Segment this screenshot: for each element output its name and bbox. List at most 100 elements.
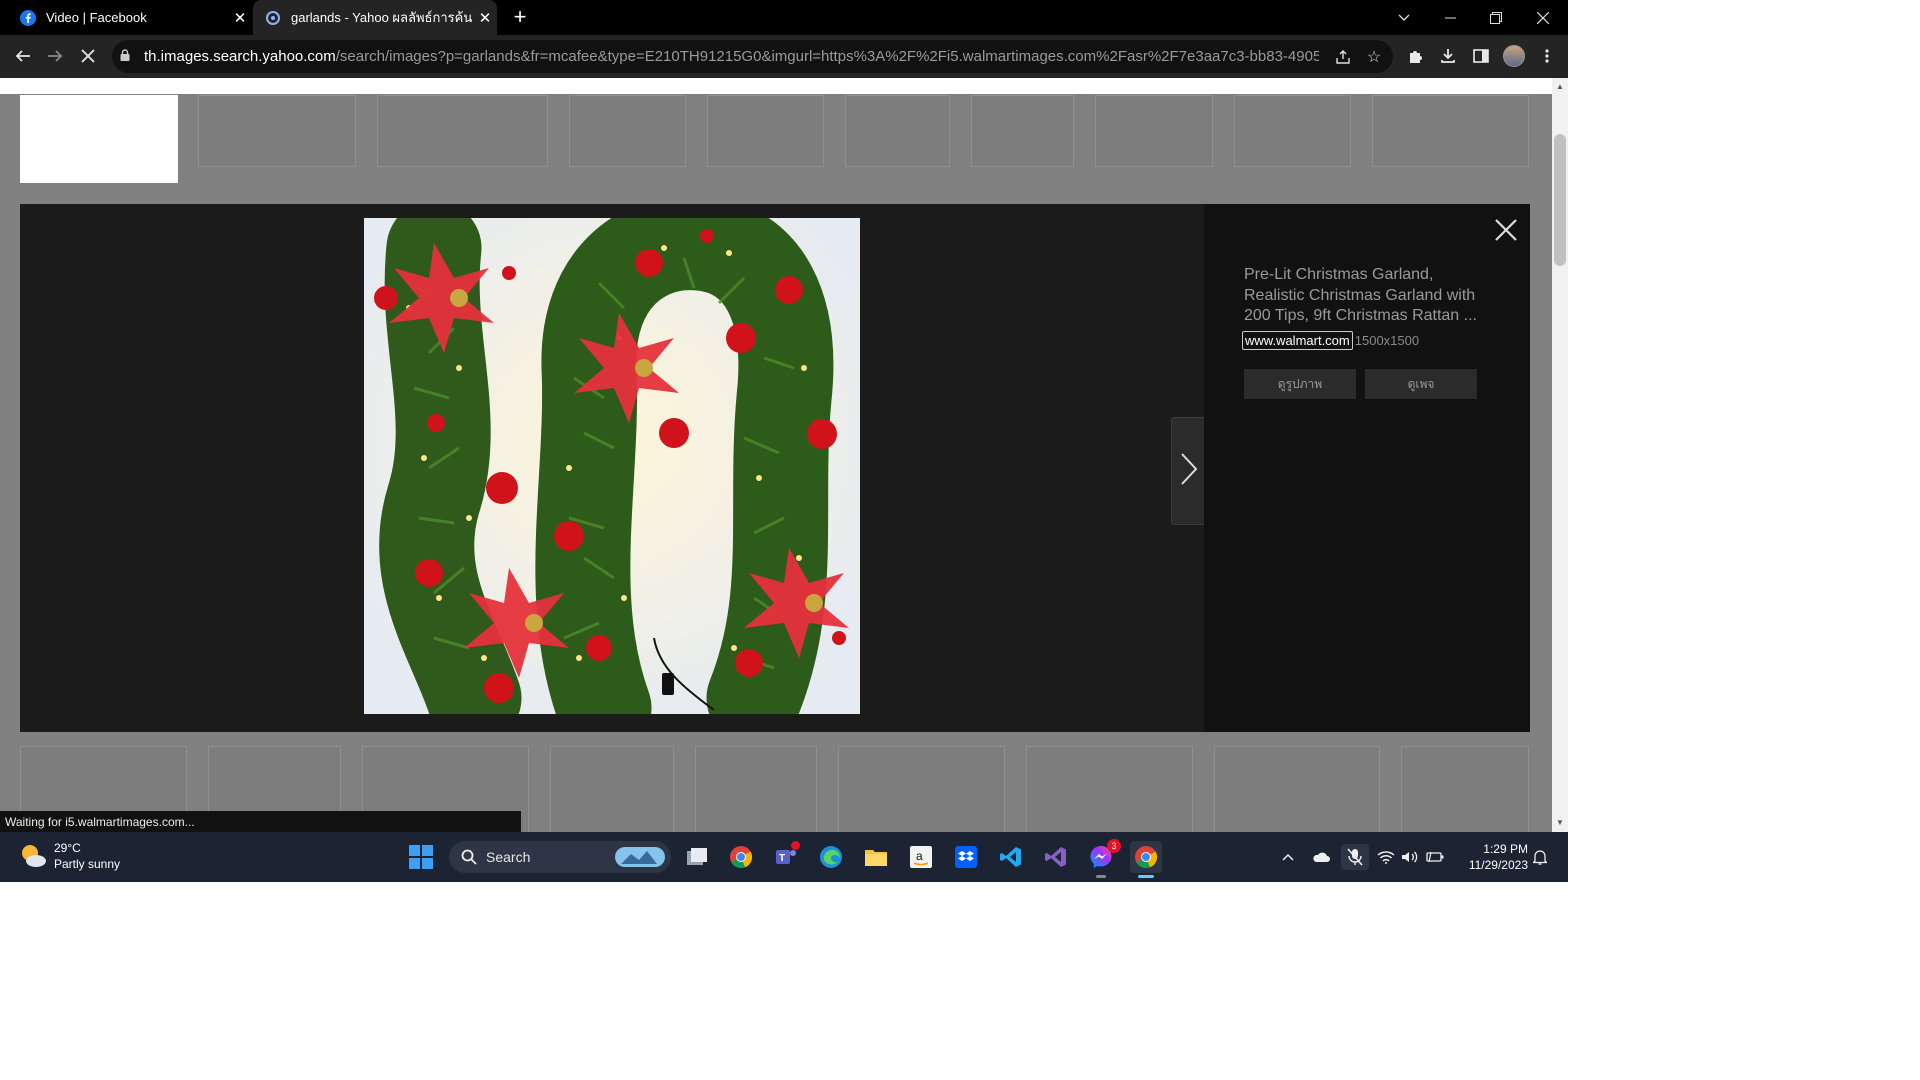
tab-search-icon[interactable] (1381, 0, 1427, 35)
tab-title: garlands - Yahoo ผลลัพธ์การค้นหา (291, 10, 473, 25)
weather-widget[interactable]: 29°C Partly sunny (18, 840, 120, 872)
image-source-row: www.walmart.com 1500x1500 (1242, 331, 1419, 350)
running-indicator (1096, 875, 1106, 878)
taskbar: 29°C Partly sunny Search T a 3 1:29 PM 1… (0, 832, 1568, 882)
lock-icon[interactable] (120, 49, 136, 64)
close-tab-icon[interactable]: ✕ (473, 9, 497, 27)
bookmark-star-icon[interactable]: ☆ (1359, 40, 1389, 73)
temperature: 29°C (54, 841, 81, 855)
source-link[interactable]: www.walmart.com (1242, 331, 1353, 350)
notification-bell-icon[interactable] (1528, 844, 1552, 870)
weather-condition: Partly sunny (54, 857, 121, 871)
result-thumbnail[interactable] (198, 95, 356, 167)
visual-studio-icon[interactable] (1040, 841, 1072, 873)
scrollbar-thumb[interactable] (1554, 134, 1566, 266)
view-image-button[interactable]: ดูรูปภาพ (1244, 369, 1356, 399)
svg-text:a: a (916, 849, 923, 863)
chevron-right-icon (1180, 452, 1198, 491)
onedrive-cloud-icon[interactable] (1309, 844, 1333, 870)
menu-icon[interactable] (1532, 41, 1562, 71)
result-thumbnail[interactable] (707, 95, 824, 167)
image-viewer: Pre-Lit Christmas Garland, Realistic Chr… (20, 204, 1530, 732)
page-header-strip (0, 78, 1552, 94)
url-path: /search/images?p=garlands&fr=mcafee&type… (335, 48, 1319, 65)
partly-sunny-icon (18, 841, 48, 871)
new-tab-button[interactable]: + (508, 4, 532, 30)
taskbar-search[interactable]: Search (449, 841, 671, 873)
clock-time: 1:29 PM (1483, 842, 1528, 856)
close-viewer-icon[interactable] (1492, 216, 1520, 244)
wifi-icon[interactable] (1374, 844, 1398, 870)
result-thumbnail[interactable] (1095, 95, 1213, 167)
tab-facebook[interactable]: Video | Facebook ✕ (8, 0, 252, 35)
restore-button[interactable] (1473, 0, 1519, 35)
page-scrollbar[interactable]: ▲ ▼ (1552, 78, 1568, 832)
result-thumbnail[interactable] (971, 95, 1074, 167)
next-image-button[interactable] (1171, 417, 1207, 525)
chrome-icon[interactable] (725, 841, 757, 873)
result-thumbnail[interactable] (1401, 746, 1529, 832)
file-explorer-icon[interactable] (860, 841, 892, 873)
windows-start-icon[interactable] (405, 841, 437, 873)
result-thumbnail[interactable] (569, 95, 686, 167)
scroll-up-arrow-icon[interactable]: ▲ (1552, 80, 1568, 94)
tab-yahoo[interactable]: garlands - Yahoo ผลลัพธ์การค้นหา ✕ (253, 0, 497, 35)
active-indicator (1138, 875, 1154, 878)
messenger-icon[interactable]: 3 (1085, 839, 1121, 878)
garland-image[interactable] (364, 218, 860, 714)
microphone-muted-icon[interactable] (1341, 844, 1369, 870)
browser-toolbar: th.images.search.yahoo.com/search/images… (0, 35, 1568, 78)
volume-icon[interactable] (1398, 844, 1422, 870)
forward-button[interactable] (40, 41, 70, 71)
loading-status: Waiting for i5.walmartimages.com... (0, 811, 521, 833)
system-clock[interactable]: 1:29 PM 11/29/2023 (1455, 841, 1528, 873)
result-thumbnail[interactable] (1234, 95, 1351, 167)
yahoo-icon (265, 10, 281, 26)
amazon-icon[interactable]: a (905, 841, 937, 873)
search-icon (461, 849, 477, 865)
image-title[interactable]: Pre-Lit Christmas Garland, Realistic Chr… (1244, 265, 1494, 327)
facebook-icon (20, 9, 36, 26)
title-bar: Video | Facebook ✕ garlands - Yahoo ผลลั… (0, 0, 1568, 35)
share-icon[interactable] (1328, 40, 1358, 73)
result-thumbnail[interactable] (845, 95, 950, 167)
result-thumbnail[interactable] (20, 95, 178, 183)
task-view-icon[interactable] (681, 841, 713, 873)
notification-dot (791, 841, 800, 850)
result-thumbnail[interactable] (695, 746, 817, 832)
image-dimensions: 1500x1500 (1354, 333, 1420, 348)
url-text[interactable]: th.images.search.yahoo.com/search/images… (144, 48, 1319, 65)
image-info-panel: Pre-Lit Christmas Garland, Realistic Chr… (1204, 204, 1530, 732)
teams-icon[interactable]: T (770, 841, 802, 873)
result-thumbnail[interactable] (1372, 95, 1529, 167)
result-thumbnail[interactable] (838, 746, 1005, 832)
back-button[interactable] (8, 41, 38, 71)
result-thumbnail[interactable] (1214, 746, 1380, 832)
page-content: Pre-Lit Christmas Garland, Realistic Chr… (0, 78, 1552, 832)
result-thumbnail[interactable] (550, 746, 674, 832)
show-hidden-icons-chevron-up-icon[interactable] (1276, 844, 1300, 870)
vscode-icon[interactable] (995, 841, 1027, 873)
chrome-profile-icon[interactable] (1130, 841, 1162, 878)
minimize-button[interactable] (1427, 0, 1473, 35)
search-highlight-icon (613, 844, 667, 870)
clock-date: 11/29/2023 (1468, 858, 1528, 872)
profile-avatar[interactable] (1499, 41, 1529, 71)
downloads-icon[interactable] (1433, 41, 1463, 71)
search-label: Search (486, 849, 531, 865)
dropbox-icon[interactable] (950, 841, 982, 873)
url-host: th.images.search.yahoo.com (144, 48, 336, 65)
battery-icon[interactable] (1423, 844, 1447, 870)
stop-loading-button[interactable] (73, 41, 103, 71)
close-window-button[interactable] (1520, 0, 1566, 35)
scroll-down-arrow-icon[interactable]: ▼ (1552, 816, 1568, 830)
side-panel-icon[interactable] (1466, 41, 1496, 71)
result-thumbnail[interactable] (377, 95, 548, 167)
extensions-icon[interactable] (1400, 41, 1430, 71)
result-thumbnail[interactable] (1026, 746, 1193, 832)
messenger-badge: 3 (1107, 839, 1121, 853)
edge-icon[interactable] (815, 841, 847, 873)
view-page-button[interactable]: ดูเพจ (1365, 369, 1477, 399)
address-bar[interactable]: th.images.search.yahoo.com/search/images… (112, 40, 1393, 73)
close-tab-icon[interactable]: ✕ (228, 9, 252, 27)
